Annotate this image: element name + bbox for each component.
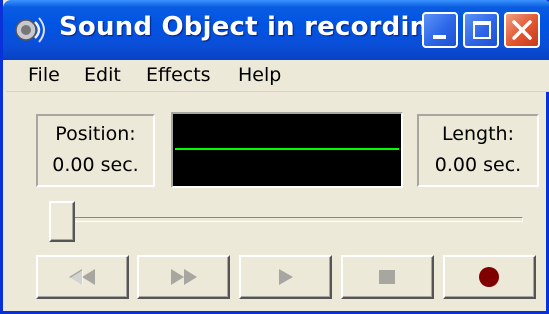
rewind-icon — [69, 269, 95, 286]
stop-button[interactable] — [341, 255, 434, 299]
speaker-icon[interactable] — [15, 13, 49, 47]
maximize-button[interactable] — [463, 12, 499, 48]
waveform-display — [171, 112, 403, 188]
play-icon — [279, 269, 293, 285]
maximize-icon — [473, 21, 491, 39]
record-button[interactable] — [443, 255, 536, 299]
seek-to-start-button[interactable] — [36, 255, 129, 299]
menu-help[interactable]: Help — [234, 64, 285, 86]
length-label: Length: — [442, 123, 514, 145]
menu-bar: File Edit Effects Help — [6, 60, 549, 92]
record-icon — [479, 267, 499, 287]
play-button[interactable] — [239, 255, 332, 299]
stop-icon — [379, 270, 395, 284]
length-panel: Length: 0.00 sec. — [417, 114, 539, 187]
close-button[interactable] — [504, 12, 540, 48]
close-icon — [512, 20, 532, 40]
menu-effects[interactable]: Effects — [142, 64, 215, 86]
minimize-icon — [433, 35, 446, 39]
position-slider-track[interactable] — [55, 217, 523, 222]
position-label: Position: — [55, 123, 136, 145]
menu-edit[interactable]: Edit — [80, 64, 125, 86]
waveform-line — [175, 148, 399, 150]
window-title: Sound Object in recordin... — [59, 12, 459, 42]
title-bar[interactable]: Sound Object in recordin... — [3, 0, 549, 60]
sound-recorder-window: Sound Object in recordin... File Edit Ef… — [0, 0, 549, 314]
fast-forward-icon — [171, 269, 197, 285]
minimize-button[interactable] — [422, 12, 458, 48]
position-value: 0.00 sec. — [52, 154, 139, 176]
position-panel: Position: 0.00 sec. — [36, 114, 155, 187]
length-value: 0.00 sec. — [434, 154, 522, 176]
menu-file[interactable]: File — [24, 64, 64, 86]
position-slider-thumb[interactable] — [49, 201, 75, 242]
seek-to-end-button[interactable] — [137, 255, 230, 299]
